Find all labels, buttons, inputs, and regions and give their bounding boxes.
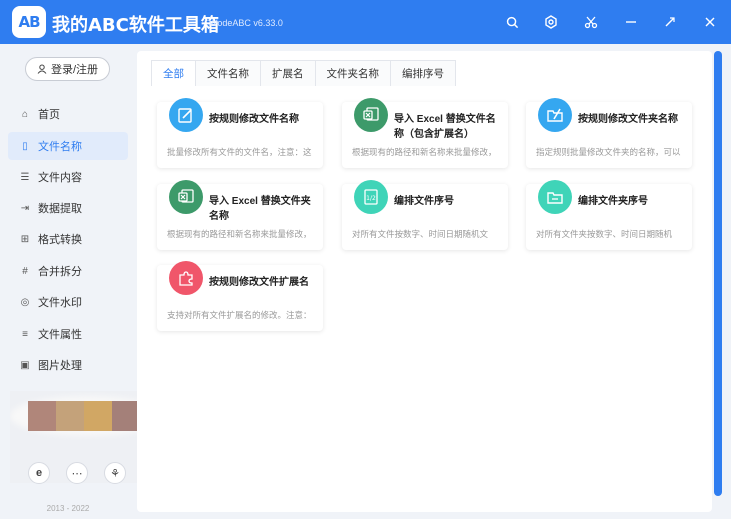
card-excel-replace-folders[interactable]: 导入 Excel 替换文件夹名称 根据现有的路径和新名称来批量修改， [157, 180, 323, 250]
sidebar-item-label: 文件内容 [38, 172, 82, 184]
tab-extension[interactable]: 扩展名 [260, 60, 316, 86]
card-description: 对所有文件夹按数字、时间日期随机 [536, 229, 673, 239]
main-panel: 全部 文件名称 扩展名 文件夹名称 编排序号 按规则修改文件名称 批量修改所有文… [137, 51, 712, 512]
card-description: 指定规则批量修改文件夹的名称，可以 [536, 147, 681, 157]
user-icon [37, 64, 47, 74]
card-description: 对所有文件按数字、时间日期随机文 [352, 229, 489, 239]
excel-icon [169, 180, 203, 214]
home-icon: ⌂ [21, 108, 29, 120]
puzzle-icon [169, 261, 203, 295]
sidebar-item-image[interactable]: ▣ 图片处理 [8, 351, 128, 379]
close-icon[interactable] [700, 12, 720, 32]
sidebar-item-label: 图片处理 [38, 360, 82, 372]
folder-edit-icon [538, 98, 572, 132]
image-icon: ▣ [20, 359, 30, 371]
card-title: 按规则修改文件名称 [209, 114, 299, 125]
card-rename-files[interactable]: 按规则修改文件名称 批量修改所有文件的文件名，注意：这 [157, 98, 323, 168]
share-icon[interactable]: ⚘ [104, 462, 126, 484]
card-rename-folders[interactable]: 按规则修改文件夹名称 指定规则批量修改文件夹的名称，可以 [526, 98, 692, 168]
sidebar-item-merge-split[interactable]: # 合并拆分 [8, 257, 128, 285]
card-number-files[interactable]: 1/2 编排文件序号 对所有文件按数字、时间日期随机文 [342, 180, 508, 250]
card-rename-extension[interactable]: 按规则修改文件扩展名 支持对所有文件扩展名的修改。注意： [157, 261, 323, 331]
card-description: 根据现有的路径和新名称来批量修改， [352, 147, 497, 157]
folder-numbering-icon [538, 180, 572, 214]
restore-icon[interactable] [660, 12, 680, 32]
scrollbar-thumb[interactable] [714, 51, 722, 496]
app-version: WodeABC v6.33.0 [209, 18, 283, 28]
card-title: 编排文件序号 [394, 196, 454, 207]
sidebar-item-watermark[interactable]: ◎ 文件水印 [8, 288, 128, 316]
sidebar-item-label: 文件属性 [38, 329, 82, 341]
sidebar-item-label: 首页 [38, 109, 60, 121]
card-title: 导入 Excel 替换文件夹名称 [209, 196, 311, 222]
tab-all[interactable]: 全部 [151, 60, 196, 86]
numbering-icon: 1/2 [354, 180, 388, 214]
hash-icon: # [22, 265, 28, 277]
sidebar-item-label: 文件名称 [38, 141, 82, 153]
card-excel-replace-files[interactable]: 导入 Excel 替换文件名称（包含扩展名） 根据现有的路径和新名称来批量修改， [342, 98, 508, 168]
extract-icon: ⇥ [20, 202, 30, 214]
sidebar-item-file-content[interactable]: ☰ 文件内容 [8, 163, 128, 191]
scissors-icon[interactable] [581, 12, 601, 32]
sidebar-item-properties[interactable]: ≡ 文件属性 [8, 320, 128, 348]
watermark-icon: ◎ [20, 296, 30, 308]
sidebar: 登录/注册 ⌂ 首页 ▯ 文件名称 ☰ 文件内容 ⇥ 数据提取 ⊞ 格式转换 #… [0, 44, 170, 519]
list-icon: ☰ [20, 171, 30, 183]
excel-icon [354, 98, 388, 132]
sidebar-item-label: 数据提取 [38, 203, 82, 215]
tab-file-name[interactable]: 文件名称 [195, 60, 261, 86]
sidebar-item-home[interactable]: ⌂ 首页 [8, 100, 128, 128]
minimize-icon[interactable] [621, 12, 641, 32]
card-title: 按规则修改文件扩展名 [209, 277, 309, 288]
card-description: 支持对所有文件扩展名的修改。注意： [167, 310, 312, 320]
app-title: 我的ABC软件工具箱 [52, 15, 219, 36]
app-logo: AB [12, 6, 46, 38]
chat-icon[interactable]: ⋯ [66, 462, 88, 484]
convert-icon: ⊞ [20, 233, 30, 245]
login-button[interactable]: 登录/注册 [25, 57, 110, 81]
card-description: 根据现有的路径和新名称来批量修改， [167, 229, 312, 239]
edit-icon [169, 98, 203, 132]
card-title: 编排文件夹序号 [578, 196, 648, 207]
settings-icon[interactable] [541, 12, 561, 32]
tab-bar: 全部 文件名称 扩展名 文件夹名称 编排序号 [151, 60, 456, 86]
login-label: 登录/注册 [50, 64, 99, 76]
sidebar-item-label: 格式转换 [38, 234, 82, 246]
bottom-icon-bar: e ⋯ ⚘ [28, 462, 126, 484]
ie-icon[interactable]: e [28, 462, 50, 484]
sidebar-item-label: 文件水印 [38, 297, 82, 309]
sidebar-item-format-convert[interactable]: ⊞ 格式转换 [8, 225, 128, 253]
card-title: 导入 Excel 替换文件名称（包含扩展名） [394, 114, 496, 140]
title-bar: AB 我的ABC软件工具箱 WodeABC v6.33.0 [0, 0, 731, 44]
card-description: 批量修改所有文件的文件名，注意：这 [167, 147, 312, 157]
file-icon: ▯ [22, 140, 28, 152]
sidebar-item-data-extract[interactable]: ⇥ 数据提取 [8, 194, 128, 222]
tab-folder-name[interactable]: 文件夹名称 [314, 60, 391, 86]
search-icon[interactable] [502, 12, 522, 32]
card-title: 按规则修改文件夹名称 [578, 114, 678, 125]
scrollbar[interactable] [713, 51, 723, 512]
sidebar-item-file-name[interactable]: ▯ 文件名称 [8, 132, 128, 160]
sidebar-item-label: 合并拆分 [38, 266, 82, 278]
svg-text:1/2: 1/2 [366, 195, 376, 202]
tab-numbering[interactable]: 编排序号 [390, 60, 456, 86]
properties-icon: ≡ [22, 328, 28, 340]
copyright: 2013 - 2022 [46, 504, 90, 513]
card-number-folders[interactable]: 编排文件夹序号 对所有文件夹按数字、时间日期随机 [526, 180, 692, 250]
